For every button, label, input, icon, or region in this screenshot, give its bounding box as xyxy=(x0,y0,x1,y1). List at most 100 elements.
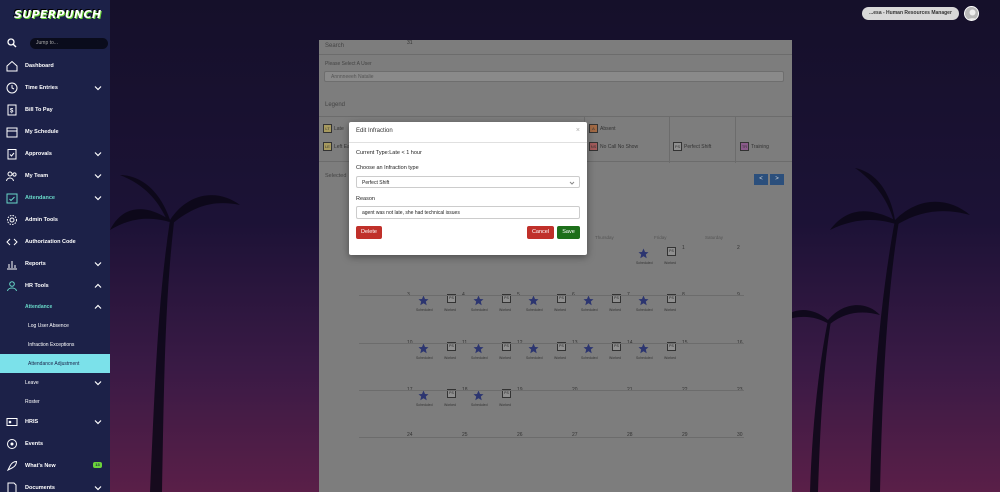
sidebar-item-label: My Schedule xyxy=(25,129,59,135)
sidebar-item-bill-to-pay[interactable]: $ Bill To Pay xyxy=(0,100,110,120)
sidebar-item-reports[interactable]: Reports xyxy=(0,254,110,274)
sidebar-item-documents[interactable]: Documents xyxy=(0,478,110,492)
bill-icon: $ xyxy=(7,104,17,116)
schedule-star-icon[interactable] xyxy=(473,343,484,354)
chevron-down-icon xyxy=(94,152,102,157)
sidebar-item-attendance[interactable]: Attendance xyxy=(0,188,110,208)
prev-month-button[interactable]: < xyxy=(754,174,768,185)
superpunch-logo[interactable]: SUPERPUNCH xyxy=(14,8,101,26)
clock-icon xyxy=(6,82,18,94)
schedule-star-icon[interactable] xyxy=(638,248,649,259)
worked-label: Worked xyxy=(554,356,566,360)
user-select[interactable]: Annnneeeh Natalie xyxy=(324,71,784,82)
legend-label: Training xyxy=(751,143,769,150)
scheduled-label: Scheduled xyxy=(636,308,653,312)
sidebar-item-my-schedule[interactable]: My Schedule xyxy=(0,122,110,142)
chevron-down-icon xyxy=(94,381,102,386)
sidebar-sub-leave[interactable]: Leave xyxy=(0,373,110,392)
sidebar-sub-attendance[interactable]: Attendance xyxy=(0,297,110,316)
sidebar-item-hris[interactable]: HRIS xyxy=(0,412,110,432)
sidebar-item-label: Admin Tools xyxy=(25,217,58,223)
sidebar-item-label: HRIS xyxy=(25,419,39,425)
legend-item-no-call-no-show: NS No Call No Show xyxy=(589,142,638,151)
modal-title: Edit Infraction xyxy=(356,128,393,134)
chevron-up-icon xyxy=(94,283,102,288)
jump-to-input[interactable]: Jump to... xyxy=(30,38,108,49)
sidebar-item-label: My Team xyxy=(25,173,49,179)
scheduled-label: Scheduled xyxy=(636,356,653,360)
sidebar-item-events[interactable]: Events xyxy=(0,434,110,454)
rocket-icon xyxy=(6,460,18,472)
sidebar-item-whats-new[interactable]: What's New 13 xyxy=(0,456,110,476)
schedule-star-icon[interactable] xyxy=(473,390,484,401)
infraction-tag[interactable]: PS xyxy=(667,247,676,256)
schedule-star-icon[interactable] xyxy=(528,343,539,354)
close-icon[interactable]: × xyxy=(576,127,580,134)
schedule-star-icon[interactable] xyxy=(638,343,649,354)
worked-label: Worked xyxy=(444,356,456,360)
legend-label: Absent xyxy=(600,125,616,132)
code-icon xyxy=(6,238,18,246)
cancel-button[interactable]: Cancel xyxy=(527,226,554,239)
avatar[interactable] xyxy=(964,6,979,21)
scheduled-label: Scheduled xyxy=(471,356,488,360)
weekday-header: Thursday xyxy=(595,235,614,240)
sidebar-item-my-team[interactable]: My Team xyxy=(0,166,110,186)
sidebar-item-label: Time Entries xyxy=(25,85,58,91)
sidebar-sub-attendance-adjustment[interactable]: Attendance Adjustment xyxy=(0,354,110,373)
reason-label: Reason xyxy=(356,196,375,202)
schedule-star-icon[interactable] xyxy=(528,295,539,306)
sidebar-sub-infraction-exceptions[interactable]: Infraction Exceptions xyxy=(0,335,110,354)
legend-label: No Call No Show xyxy=(600,143,639,150)
sub-item-label: Roster xyxy=(25,399,40,405)
infraction-type-select[interactable]: Perfect Shift xyxy=(356,176,580,188)
next-month-button[interactable]: > xyxy=(770,174,784,185)
sidebar-sub-roster[interactable]: Roster xyxy=(0,392,110,411)
sidebar-item-hr-tools[interactable]: HR Tools xyxy=(0,276,110,296)
sidebar-item-label: Attendance xyxy=(25,195,55,201)
chevron-down-icon xyxy=(569,181,575,185)
delete-button[interactable]: Delete xyxy=(356,226,382,239)
scheduled-label: Scheduled xyxy=(526,356,543,360)
sidebar-sub-log-user-absence[interactable]: Log User Absence xyxy=(0,316,110,335)
divider xyxy=(669,117,670,163)
scheduled-label: Scheduled xyxy=(581,308,598,312)
chevron-up-icon xyxy=(94,304,102,309)
chevron-down-icon xyxy=(94,420,102,425)
schedule-star-icon[interactable] xyxy=(638,295,649,306)
worked-label: Worked xyxy=(609,356,621,360)
scheduled-label: Scheduled xyxy=(581,356,598,360)
sidebar-item-time-entries[interactable]: Time Entries xyxy=(0,78,110,98)
scheduled-label: Scheduled xyxy=(636,261,653,265)
calendar-check-icon xyxy=(6,193,18,204)
sidebar-item-label: Documents xyxy=(25,485,55,491)
sidebar-item-admin-tools[interactable]: Admin Tools xyxy=(0,210,110,230)
calendar-row-divider xyxy=(359,343,744,344)
schedule-star-icon[interactable] xyxy=(418,390,429,401)
schedule-star-icon[interactable] xyxy=(473,295,484,306)
scheduled-label: Scheduled xyxy=(416,403,433,407)
sidebar-item-approvals[interactable]: Approvals xyxy=(0,144,110,164)
schedule-star-icon[interactable] xyxy=(583,343,594,354)
modal-header: Edit Infraction × xyxy=(349,122,587,143)
user-role-dropdown[interactable]: ...esa - Human Resources Manager xyxy=(862,7,959,20)
legend-item-late: LT Late xyxy=(323,124,344,133)
save-button[interactable]: Save xyxy=(557,226,580,239)
sidebar-item-dashboard[interactable]: Dashboard xyxy=(0,56,110,76)
schedule-star-icon[interactable] xyxy=(418,295,429,306)
choose-infraction-label: Choose an Infraction type xyxy=(356,165,419,171)
sidebar-search: Jump to... xyxy=(6,38,108,50)
schedule-star-icon[interactable] xyxy=(583,295,594,306)
schedule-star-icon[interactable] xyxy=(418,343,429,354)
sidebar-item-label: Bill To Pay xyxy=(25,107,53,113)
scheduled-label: Scheduled xyxy=(416,356,433,360)
users-cog-icon xyxy=(7,281,17,292)
legend-item-training: TR Training xyxy=(740,142,769,151)
legend-tag: LT xyxy=(323,124,332,133)
sidebar-item-authorization-code[interactable]: Authorization Code xyxy=(0,232,110,252)
sub-item-label: Leave xyxy=(25,380,39,386)
legend-item-perfect-shift: PS Perfect Shift xyxy=(673,142,711,151)
search-icon[interactable] xyxy=(7,38,17,48)
chevron-down-icon xyxy=(94,262,102,267)
reason-input[interactable]: agent was not late, she had technical is… xyxy=(356,206,580,219)
